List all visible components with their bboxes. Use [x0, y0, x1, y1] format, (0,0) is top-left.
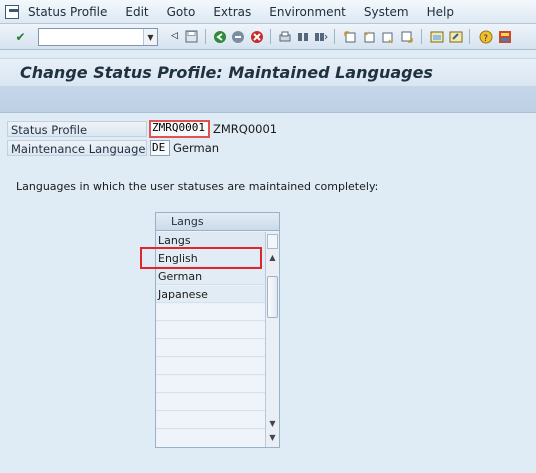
table-row[interactable]: [156, 430, 265, 447]
scroll-down-icon[interactable]: ▼: [266, 431, 279, 444]
system-menu-icon[interactable]: [5, 4, 19, 19]
maintenance-language-input[interactable]: DE: [150, 140, 170, 156]
table-row[interactable]: [156, 358, 265, 375]
table-row[interactable]: [156, 376, 265, 393]
layout-icon[interactable]: [496, 28, 513, 45]
back-nav-icon[interactable]: ◁: [166, 28, 183, 45]
menu-help[interactable]: Help: [427, 5, 454, 19]
exit-icon[interactable]: [229, 28, 246, 45]
scroll-thumb[interactable]: [267, 276, 278, 318]
menu-system[interactable]: System: [364, 5, 409, 19]
menu-bar: Status Profile Edit Goto Extras Environm…: [0, 0, 536, 24]
find-icon[interactable]: [294, 28, 311, 45]
table-row[interactable]: [156, 394, 265, 411]
previous-page-icon[interactable]: [360, 28, 377, 45]
help-icon[interactable]: ?: [477, 28, 494, 45]
table-row[interactable]: [156, 412, 265, 429]
print-icon[interactable]: [276, 28, 293, 45]
table-scrollbar[interactable]: ▲ ▼ ▼: [265, 232, 279, 447]
status-profile-text: ZMRQ0001: [213, 122, 278, 136]
scroll-down-small-icon[interactable]: ▼: [266, 417, 279, 430]
back-icon[interactable]: [211, 28, 228, 45]
first-page-icon[interactable]: [341, 28, 358, 45]
page-title: Change Status Profile: Maintained Langua…: [20, 63, 433, 82]
scroll-up-icon[interactable]: ▲: [266, 251, 279, 264]
info-text: Languages in which the user statuses are…: [16, 180, 379, 193]
cancel-icon[interactable]: [248, 28, 265, 45]
highlight-annotation: [140, 247, 262, 269]
shortcut-icon[interactable]: [447, 28, 464, 45]
save-icon[interactable]: [183, 28, 200, 45]
menu-extras[interactable]: Extras: [213, 5, 251, 19]
standard-toolbar: ✔ ▼ ◁ ?: [0, 24, 536, 50]
menu-environment[interactable]: Environment: [269, 5, 346, 19]
table-row[interactable]: German: [156, 268, 265, 285]
svg-text:?: ?: [483, 34, 488, 44]
table-row[interactable]: Japanese: [156, 286, 265, 303]
status-profile-label: Status Profile: [7, 121, 147, 137]
last-page-icon[interactable]: [398, 28, 415, 45]
enter-icon[interactable]: ✔: [12, 28, 29, 45]
menu-status-profile[interactable]: Status Profile: [28, 5, 107, 19]
command-field[interactable]: ▼: [38, 28, 158, 46]
application-toolbar: [0, 86, 536, 113]
next-page-icon[interactable]: [379, 28, 396, 45]
menu-goto[interactable]: Goto: [167, 5, 196, 19]
column-config-icon[interactable]: [267, 234, 278, 249]
create-session-icon[interactable]: [428, 28, 445, 45]
maintenance-language-label: Maintenance Language: [7, 140, 147, 156]
table-row[interactable]: [156, 322, 265, 339]
chevron-down-icon[interactable]: ▼: [143, 29, 157, 45]
status-profile-input[interactable]: ZMRQ0001: [149, 120, 210, 138]
title-bar: Change Status Profile: Maintained Langua…: [0, 58, 536, 86]
maintenance-language-text: German: [173, 141, 220, 155]
table-header: Langs: [156, 213, 279, 231]
find-next-icon[interactable]: [312, 28, 329, 45]
menu-edit[interactable]: Edit: [125, 5, 148, 19]
table-row[interactable]: [156, 304, 265, 321]
table-row[interactable]: [156, 340, 265, 357]
